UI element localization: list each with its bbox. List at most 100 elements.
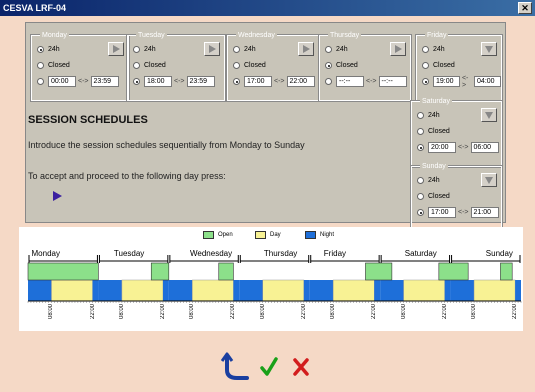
wednesday-option-range[interactable]: 17:00 <-> 22:00 [233, 76, 315, 87]
radio-button[interactable] [37, 78, 44, 85]
window-close-button[interactable]: ✕ [518, 2, 532, 14]
radio-button[interactable] [37, 62, 44, 69]
wednesday-option-closed[interactable]: Closed [233, 60, 266, 71]
monday-option-range[interactable]: 00:00 <-> 23:59 [37, 76, 119, 87]
thursday-option-range[interactable]: --:-- <-> --:-- [325, 76, 407, 87]
cancel-button[interactable] [286, 350, 316, 384]
sunday-option-24h[interactable]: 24h [417, 175, 440, 186]
day-label: Thursday [264, 249, 297, 258]
monday-option-24h[interactable]: 24h [37, 44, 60, 55]
day-segment [262, 279, 305, 302]
radio-label: 24h [48, 46, 60, 53]
sunday-apply-button[interactable] [481, 173, 497, 187]
monday-apply-button[interactable] [108, 42, 124, 56]
radio-button[interactable] [325, 46, 332, 53]
accept-button[interactable] [254, 350, 284, 384]
radio-button[interactable] [422, 62, 429, 69]
radio-button[interactable] [325, 78, 332, 85]
open-period-bar [150, 262, 170, 281]
monday-from-field[interactable]: 00:00 [48, 76, 76, 87]
radio-button[interactable] [417, 144, 424, 151]
night-segment [309, 280, 334, 301]
day-label: Monday [32, 249, 60, 258]
sunday-from-field[interactable]: 17:00 [428, 207, 456, 218]
range-separator: <-> [461, 74, 469, 89]
tuesday-apply-button[interactable] [204, 42, 220, 56]
thursday-option-closed[interactable]: Closed [325, 60, 358, 71]
friday-to-field[interactable]: 04:00 [474, 76, 501, 87]
wednesday-apply-button[interactable] [298, 42, 314, 56]
radio-button[interactable] [133, 78, 140, 85]
friday-option-24h[interactable]: 24h [422, 44, 445, 55]
wednesday-to-field[interactable]: 22:00 [286, 76, 315, 87]
back-button[interactable] [220, 350, 251, 384]
hour-tick-label: 22:00 [89, 304, 96, 320]
thursday-from-field[interactable]: --:-- [336, 76, 364, 87]
hour-tick-label: 22:00 [159, 304, 166, 320]
friday-option-closed[interactable]: Closed [422, 60, 455, 71]
friday-apply-button[interactable] [481, 42, 497, 56]
triangle-down-icon [485, 46, 493, 53]
radio-label: Closed [244, 62, 266, 69]
monday-option-closed[interactable]: Closed [37, 60, 70, 71]
saturday-apply-button[interactable] [481, 108, 497, 122]
tuesday-option-range[interactable]: 18:00 <-> 23:59 [133, 76, 215, 87]
day-group-friday: Friday 24h Closed 19:00 <-> 04:00 [415, 31, 503, 102]
hour-tick-label: 22:00 [300, 304, 307, 320]
day-group-label: Saturday [420, 97, 453, 106]
day-label: Tuesday [114, 249, 144, 258]
friday-option-range[interactable]: 19:00 <-> 04:00 [422, 74, 501, 89]
radio-button[interactable] [37, 46, 44, 53]
radio-button[interactable] [417, 193, 424, 200]
sunday-option-closed[interactable]: Closed [417, 191, 450, 202]
radio-button[interactable] [417, 128, 424, 135]
radio-button[interactable] [422, 46, 429, 53]
friday-from-field[interactable]: 19:00 [433, 76, 460, 87]
thursday-apply-button[interactable] [390, 42, 406, 56]
radio-button[interactable] [233, 46, 240, 53]
hour-tick-label: 08:00 [330, 304, 337, 320]
saturday-option-24h[interactable]: 24h [417, 110, 440, 121]
day-group-thursday: Thursday 24h Closed --:-- <-> --:-- [318, 31, 412, 102]
radio-label: 24h [428, 177, 440, 184]
open-period-bar [500, 262, 513, 281]
saturday-from-field[interactable]: 20:00 [428, 142, 456, 153]
thursday-option-24h[interactable]: 24h [325, 44, 348, 55]
range-separator: <-> [78, 78, 89, 85]
radio-button[interactable] [417, 209, 424, 216]
night-segment [98, 280, 122, 301]
wednesday-from-field[interactable]: 17:00 [244, 76, 272, 87]
day-group-label: Friday [425, 31, 449, 40]
radio-button[interactable] [233, 62, 240, 69]
radio-button[interactable] [417, 177, 424, 184]
day-group-monday: Monday 24h Closed 00:00 <-> 23:59 [30, 31, 130, 102]
tuesday-to-field[interactable]: 23:59 [186, 76, 215, 87]
radio-button[interactable] [325, 62, 332, 69]
saturday-to-field[interactable]: 06:00 [470, 142, 499, 153]
next-day-arrow-icon[interactable] [53, 191, 62, 201]
wednesday-option-24h[interactable]: 24h [233, 44, 256, 55]
sunday-to-field[interactable]: 21:00 [470, 207, 499, 218]
radio-button[interactable] [422, 78, 429, 85]
tuesday-option-closed[interactable]: Closed [133, 60, 166, 71]
hour-tick-label: 08:00 [189, 304, 196, 320]
range-separator: <-> [174, 78, 185, 85]
radio-label: Closed [428, 193, 450, 200]
hour-tick-label: 08:00 [118, 304, 125, 320]
radio-button[interactable] [417, 112, 424, 119]
radio-label: Closed [433, 62, 455, 69]
tuesday-from-field[interactable]: 18:00 [144, 76, 172, 87]
thursday-to-field[interactable]: --:-- [378, 76, 407, 87]
tuesday-option-24h[interactable]: 24h [133, 44, 156, 55]
saturday-option-range[interactable]: 20:00 <-> 06:00 [417, 142, 499, 153]
sunday-option-range[interactable]: 17:00 <-> 21:00 [417, 207, 499, 218]
day-segment [403, 279, 445, 302]
radio-button[interactable] [133, 46, 140, 53]
saturday-option-closed[interactable]: Closed [417, 126, 450, 137]
monday-to-field[interactable]: 23:59 [90, 76, 119, 87]
day-label: Friday [324, 249, 346, 258]
radio-button[interactable] [233, 78, 240, 85]
radio-button[interactable] [133, 62, 140, 69]
day-group-label: Sunday [420, 162, 448, 171]
open-period-bar [218, 262, 234, 281]
